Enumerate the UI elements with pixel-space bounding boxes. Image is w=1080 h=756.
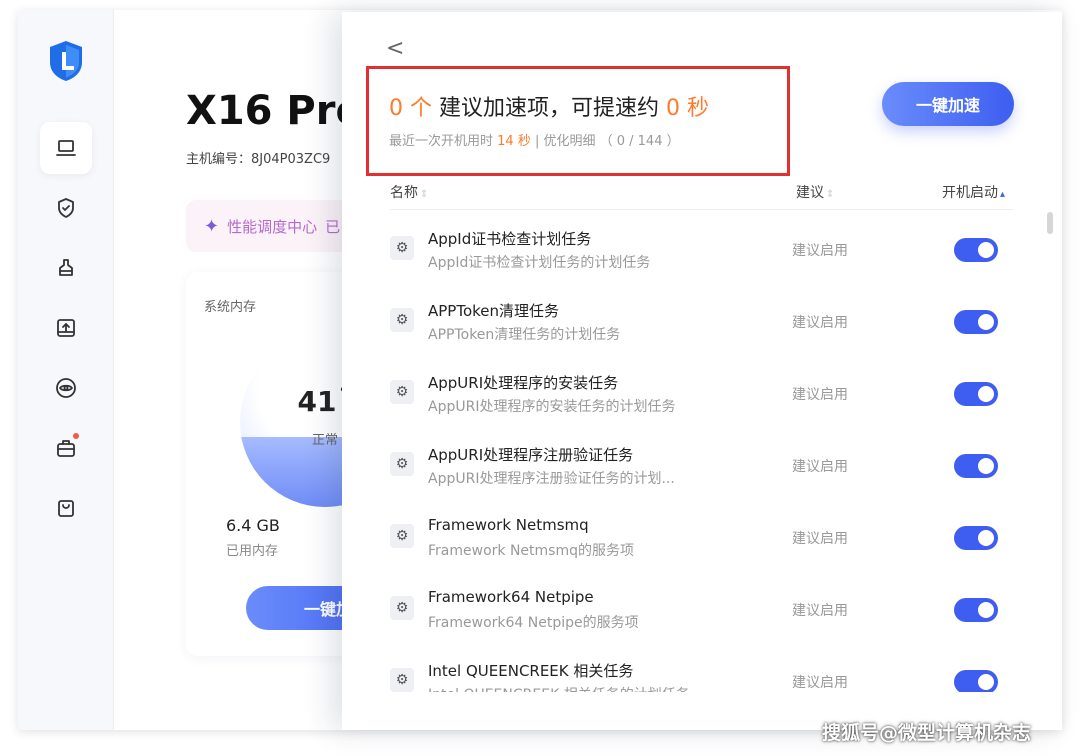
- notification-dot: [73, 433, 79, 439]
- row-title: AppId证书检查计划任务: [428, 230, 592, 248]
- gear-icon: ⚙: [390, 308, 414, 332]
- boot-toggle[interactable]: [954, 310, 998, 334]
- sort-asc-icon: ▴: [1000, 189, 1006, 200]
- memory-used-value: 6.4 GB: [226, 516, 280, 535]
- nav-toolbox[interactable]: [40, 422, 92, 474]
- toolbox-icon: [57, 440, 75, 457]
- watermark: 搜狐号@微型计算机杂志: [822, 722, 1032, 744]
- row-advice: 建议启用: [792, 459, 848, 475]
- row-advice: 建议启用: [792, 603, 848, 619]
- nav-backup[interactable]: [40, 302, 92, 354]
- sort-icon: ⇕: [420, 189, 429, 200]
- row-title: APPToken清理任务: [428, 302, 560, 320]
- row-description: AppURI处理程序注册验证任务的计划...: [428, 471, 675, 487]
- gear-icon: ⚙: [390, 380, 414, 404]
- row-advice: 建议启用: [792, 315, 848, 331]
- list-scrollbar[interactable]: [1047, 212, 1053, 234]
- laptop-icon: [56, 140, 76, 156]
- boot-toggle[interactable]: [954, 454, 998, 478]
- memory-label: 系统内存: [204, 300, 257, 315]
- speedup-seconds: 0 秒: [666, 96, 709, 121]
- boot-toggle[interactable]: [954, 526, 998, 550]
- nav-device[interactable]: [40, 122, 92, 174]
- device-title: X16 Pro: [186, 88, 363, 134]
- row-description: Framework64 Netpipe的服务项: [428, 615, 639, 631]
- gear-icon: ⚙: [390, 524, 414, 548]
- startup-row: ⚙ Intel QUEENCREEK 相关任务 Intel QUEENCREEK…: [390, 644, 1014, 692]
- column-advice[interactable]: 建议 ⇕: [796, 182, 834, 202]
- row-description: AppURI处理程序的安装任务的计划任务: [428, 399, 676, 415]
- startup-list: ⚙ AppId证书检查计划任务 AppId证书检查计划任务的计划任务 建议启用 …: [390, 212, 1014, 692]
- summary-subtitle: 最近一次开机用时 14 秒 | 优化明细 （ 0 / 144 ）: [389, 130, 680, 149]
- serial-number: 主机编号：8J04P03ZC9: [186, 148, 330, 167]
- boot-toggle[interactable]: [954, 670, 998, 692]
- row-title: Framework Netmsmq: [428, 516, 589, 534]
- suggest-count: 0 个: [389, 96, 432, 121]
- sidebar: [18, 10, 114, 730]
- nav-cleanup[interactable]: [40, 242, 92, 294]
- startup-row: ⚙ Framework64 Netpipe Framework64 Netpip…: [390, 572, 1014, 644]
- one-click-accelerate-button[interactable]: 一键加速: [882, 82, 1014, 126]
- row-description: APPToken清理任务的计划任务: [428, 327, 621, 343]
- startup-row: ⚙ Framework Netmsmq Framework Netmsmq的服务…: [390, 500, 1014, 572]
- summary-text: 建议加速项，可提速约: [432, 96, 666, 121]
- serial-value: 8J04P03ZC9: [251, 152, 331, 167]
- nav-store[interactable]: [40, 482, 92, 534]
- boot-time-value: 14 秒: [497, 134, 531, 149]
- row-description: Framework Netmsmq的服务项: [428, 543, 634, 559]
- app-logo-shield-icon: [50, 41, 82, 81]
- serial-label: 主机编号：: [186, 152, 252, 167]
- eye-icon: [56, 378, 76, 398]
- row-title: AppURI处理程序注册验证任务: [428, 446, 634, 464]
- shield-check-icon: [58, 198, 74, 218]
- summary-title: 0 个 建议加速项，可提速约 0 秒: [389, 90, 709, 122]
- boot-toggle[interactable]: [954, 238, 998, 262]
- row-description: Intel QUEENCREEK 相关任务的计划任务: [428, 684, 690, 692]
- perf-banner-suffix: 已: [325, 217, 341, 236]
- column-name[interactable]: 名称 ⇕: [390, 182, 428, 202]
- sparkle-icon: ✦: [204, 215, 220, 237]
- gear-icon: ⚙: [390, 236, 414, 260]
- row-advice: 建议启用: [792, 675, 848, 691]
- startup-row: ⚙ APPToken清理任务 APPToken清理任务的计划任务 建议启用: [390, 284, 1014, 356]
- row-title: Intel QUEENCREEK 相关任务: [428, 662, 634, 680]
- row-description: AppId证书检查计划任务的计划任务: [428, 255, 651, 271]
- memory-used-label: 已用内存: [226, 544, 279, 559]
- startup-row: ⚙ AppId证书检查计划任务 AppId证书检查计划任务的计划任务 建议启用: [390, 212, 1014, 284]
- row-title: AppURI处理程序的安装任务: [428, 374, 619, 392]
- bag-icon: [58, 500, 74, 517]
- perf-banner-label: 性能调度中心: [227, 217, 318, 236]
- boot-time-label: 最近一次开机用时: [389, 134, 498, 149]
- row-advice: 建议启用: [792, 387, 848, 403]
- table-header: 名称 ⇕ 建议 ⇕ 开机启动 ▴: [390, 178, 1014, 210]
- broom-icon: [59, 259, 73, 276]
- back-button[interactable]: <: [386, 38, 404, 60]
- nav-eye-care[interactable]: [40, 362, 92, 414]
- nav-security[interactable]: [40, 182, 92, 234]
- startup-row: ⚙ AppURI处理程序注册验证任务 AppURI处理程序注册验证任务的计划..…: [390, 428, 1014, 500]
- column-boot[interactable]: 开机启动 ▴: [942, 182, 1005, 202]
- row-title: Framework64 Netpipe: [428, 588, 594, 606]
- sort-icon: ⇕: [826, 189, 835, 200]
- gear-icon: ⚙: [390, 452, 414, 476]
- upload-box-icon: [57, 319, 75, 337]
- boot-toggle[interactable]: [954, 382, 998, 406]
- row-advice: 建议启用: [792, 531, 848, 547]
- boot-toggle[interactable]: [954, 598, 998, 622]
- gear-icon: ⚙: [390, 668, 414, 692]
- row-advice: 建议启用: [792, 243, 848, 259]
- startup-row: ⚙ AppURI处理程序的安装任务 AppURI处理程序的安装任务的计划任务 建…: [390, 356, 1014, 428]
- gear-icon: ⚙: [390, 596, 414, 620]
- startup-accelerate-panel: < 0 个 建议加速项，可提速约 0 秒 最近一次开机用时 14 秒 | 优化明…: [342, 12, 1062, 730]
- optimize-detail[interactable]: | 优化明细 （ 0 / 144 ）: [531, 134, 680, 149]
